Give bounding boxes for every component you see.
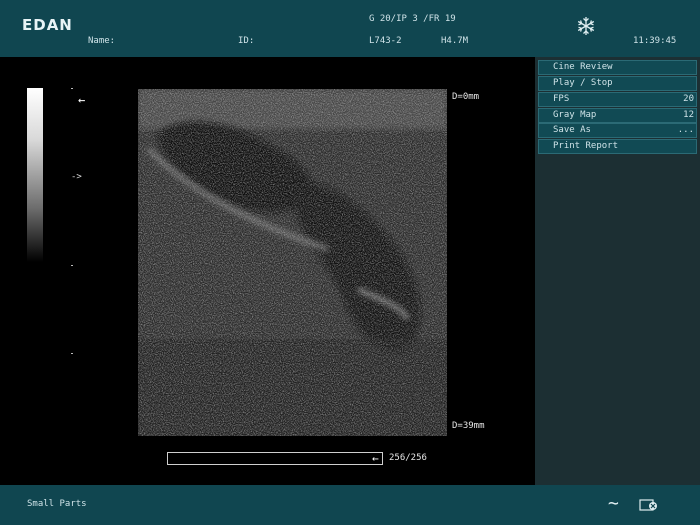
depth-tick [71,88,73,89]
left-arrow-icon: ← [78,93,86,107]
depth-top-label: D=0mm [452,92,480,102]
frequency-readout: H4.7M [441,36,469,46]
menu-label: Cine Review [553,62,613,72]
menu-gray-map[interactable]: Gray Map 12 [538,108,697,123]
depth-tick [71,265,73,266]
ultrasound-texture [138,89,447,436]
focus-marker-glyph: > [76,172,82,182]
menu-label: Play / Stop [553,78,613,88]
top-status-bar: EDAN Name: ID: G 20/IP 3 /FR 19 L743-2 H… [0,0,700,57]
depth-tick [71,353,73,354]
menu-label: Gray Map [553,110,597,120]
bottom-status-bar: Small Parts ∼ [0,485,700,525]
menu-label: Save As [553,125,591,135]
cine-progress-bar[interactable] [167,452,383,465]
depth-bottom-label: D=39mm [452,421,485,431]
menu-label: Print Report [553,141,619,151]
menu-play-stop[interactable]: Play / Stop [538,76,697,91]
menu-value: 12 [683,110,694,120]
patient-id-label: ID: [238,36,255,46]
menu-label: FPS [553,94,570,104]
patient-name-label: Name: [88,36,116,46]
probe-model: L743-2 [369,36,402,46]
menu-print-report[interactable]: Print Report [538,139,697,154]
menu-cine-review[interactable]: Cine Review [538,60,697,75]
cine-frame-counter: 256/256 [389,453,427,463]
wave-icon: ∼ [608,493,619,514]
menu-value: ... [677,125,694,135]
menu-save-as[interactable]: Save As ... [538,123,697,138]
focus-marker: -> [71,172,82,182]
imaging-params: G 20/IP 3 /FR 19 [369,14,456,24]
menu-value: 20 [683,94,694,104]
brand-logo: EDAN [22,16,73,34]
cine-position-arrow-icon[interactable]: ← [372,452,379,465]
probe-icon [639,499,657,511]
menu-fps[interactable]: FPS 20 [538,92,697,107]
snowflake-icon[interactable] [576,16,596,36]
clock: 11:39:45 [633,36,677,46]
exam-preset-label: Small Parts [27,499,87,509]
grayscale-bar [27,88,43,262]
ultrasound-image[interactable] [138,89,447,436]
